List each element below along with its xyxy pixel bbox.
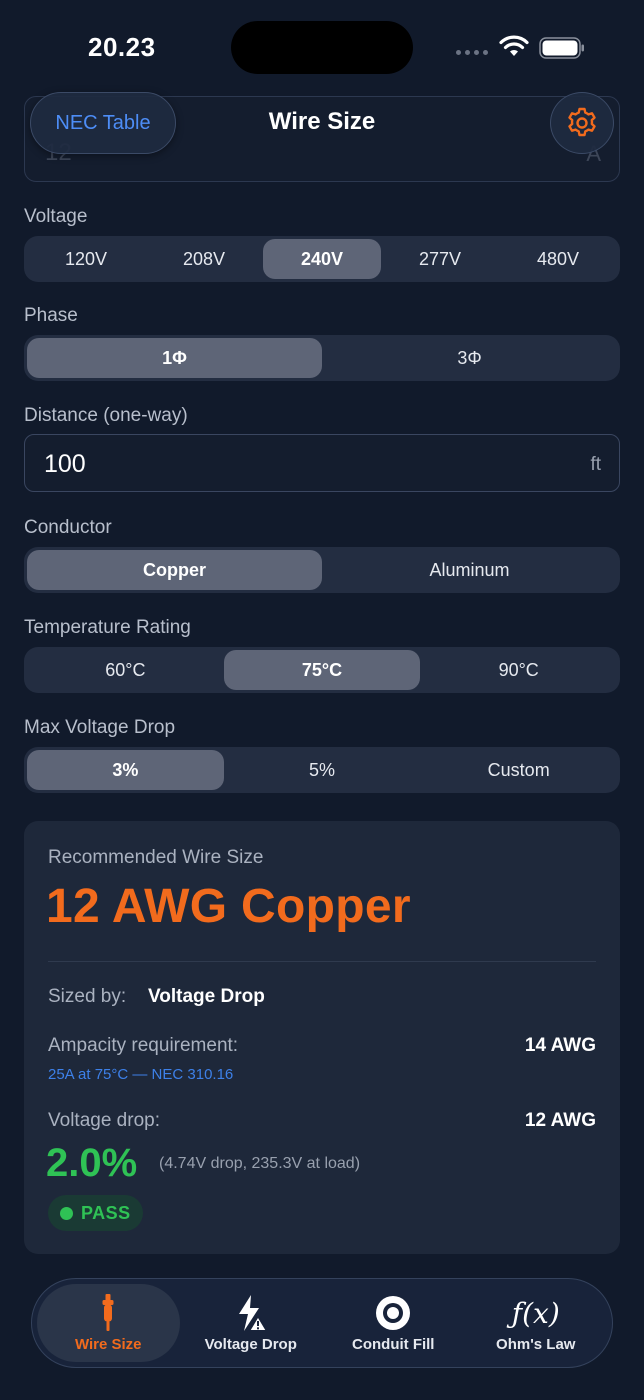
phase-label: Phase xyxy=(24,305,78,326)
voltage-option-120[interactable]: 120V xyxy=(27,239,145,279)
status-bar: 20.23 xyxy=(0,0,644,96)
tab-ohms-law-label: Ohm's Law xyxy=(496,1336,576,1353)
function-icon: ƒ(x) xyxy=(511,1296,560,1330)
conductor-label: Conductor xyxy=(24,517,112,538)
voltage-selector: 120V 208V 240V 277V 480V xyxy=(24,236,620,282)
gear-icon xyxy=(568,107,596,137)
pass-status-text: PASS xyxy=(81,1202,131,1223)
voltage-drop-percent: 2.0% xyxy=(46,1141,138,1185)
temperature-option-60[interactable]: 60°C xyxy=(27,650,224,690)
page-title: Wire Size xyxy=(268,108,376,135)
cellular-signal-icon xyxy=(456,50,488,55)
ampacity-label: Ampacity requirement: xyxy=(48,1035,239,1056)
max-drop-option-custom[interactable]: Custom xyxy=(420,750,617,790)
temperature-option-90[interactable]: 90°C xyxy=(420,650,617,690)
voltage-drop-detail: (4.74V drop, 235.3V at load) xyxy=(159,1155,361,1172)
max-drop-option-5[interactable]: 5% xyxy=(224,750,421,790)
sized-by-label: Sized by: xyxy=(48,986,127,1007)
lightning-warning-icon xyxy=(231,1293,271,1333)
voltage-option-240[interactable]: 240V xyxy=(263,239,381,279)
voltage-option-277[interactable]: 277V xyxy=(381,239,499,279)
max-drop-selector: 3% 5% Custom xyxy=(24,747,620,793)
phase-option-single[interactable]: 1Φ xyxy=(27,338,322,378)
tab-voltage-drop-label: Voltage Drop xyxy=(204,1336,297,1353)
phase-option-three[interactable]: 3Φ xyxy=(322,338,617,378)
tab-wire-size[interactable]: Wire Size xyxy=(37,1284,180,1362)
plug-icon xyxy=(88,1293,128,1333)
conduit-circle-icon xyxy=(373,1293,413,1333)
ampacity-value: 14 AWG xyxy=(524,1035,596,1056)
status-dot-icon xyxy=(60,1206,73,1220)
status-time: 20.23 xyxy=(88,32,156,62)
temperature-selector: 60°C 75°C 90°C xyxy=(24,647,620,693)
voltage-label: Voltage xyxy=(24,206,88,227)
tab-conduit-fill[interactable]: Conduit Fill xyxy=(322,1284,465,1362)
distance-unit: ft xyxy=(590,454,601,475)
recommended-wire-size: 12 AWG Copper xyxy=(46,880,411,933)
temperature-label: Temperature Rating xyxy=(24,617,191,638)
settings-button[interactable] xyxy=(550,92,614,154)
distance-input[interactable]: 100 ft xyxy=(24,434,620,492)
wifi-icon xyxy=(499,35,529,56)
tab-voltage-drop[interactable]: Voltage Drop xyxy=(180,1284,323,1362)
result-label: Recommended Wire Size xyxy=(48,847,264,868)
tab-ohms-law[interactable]: ƒ(x) Ohm's Law xyxy=(465,1284,608,1362)
conductor-selector: Copper Aluminum xyxy=(24,547,620,593)
sized-by-value: Voltage Drop xyxy=(148,986,265,1007)
voltage-drop-wire-value: 12 AWG xyxy=(524,1110,596,1131)
pass-badge: PASS xyxy=(48,1195,143,1231)
voltage-drop-label: Voltage drop: xyxy=(48,1110,160,1131)
distance-value: 100 xyxy=(44,450,86,478)
tab-wire-size-label: Wire Size xyxy=(74,1336,142,1353)
phase-selector: 1Φ 3Φ xyxy=(24,335,620,381)
voltage-option-480[interactable]: 480V xyxy=(499,239,617,279)
dynamic-island xyxy=(231,21,413,74)
max-drop-option-3[interactable]: 3% xyxy=(27,750,224,790)
conductor-option-aluminum[interactable]: Aluminum xyxy=(322,550,617,590)
temperature-option-75[interactable]: 75°C xyxy=(223,650,421,690)
ampacity-note: 25A at 75°C — NEC 310.16 xyxy=(48,1066,234,1083)
result-card: Recommended Wire Size 12 AWG Copper Size… xyxy=(24,821,620,1254)
tab-conduit-fill-label: Conduit Fill xyxy=(352,1336,435,1353)
result-divider xyxy=(48,961,596,962)
bottom-tab-bar: Wire Size Voltage Drop Conduit Fill ƒ(x)… xyxy=(31,1278,613,1368)
voltage-option-208[interactable]: 208V xyxy=(145,239,263,279)
distance-label: Distance (one-way) xyxy=(24,405,188,426)
conductor-option-copper[interactable]: Copper xyxy=(27,550,322,590)
battery-icon xyxy=(539,37,584,59)
max-drop-label: Max Voltage Drop xyxy=(24,717,176,738)
